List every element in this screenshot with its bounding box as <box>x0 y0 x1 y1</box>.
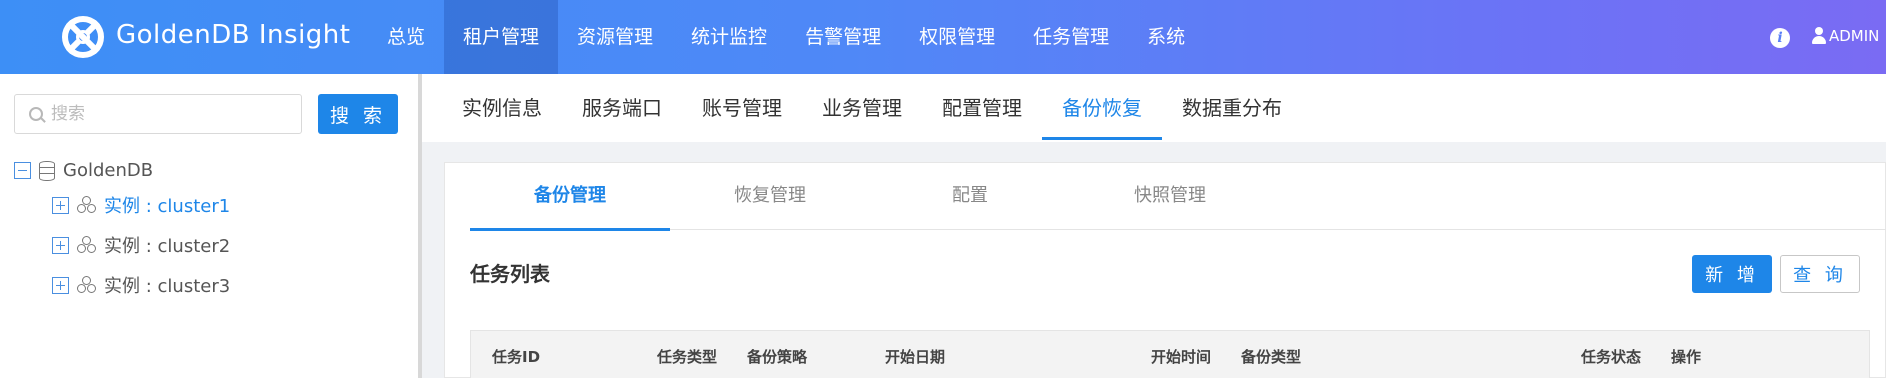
nav-item-task-management[interactable]: 任务管理 <box>1014 0 1128 74</box>
tree-node-cluster3[interactable]: 实例 : cluster3 <box>52 272 230 298</box>
tree-node-cluster1[interactable]: 实例 : cluster1 <box>52 192 230 218</box>
nav-item-tenant-management[interactable]: 租户管理 <box>444 0 559 74</box>
username-label: ADMIN <box>1829 27 1880 45</box>
nav-item-system[interactable]: 系统 <box>1128 0 1204 74</box>
main-nav: 总览 租户管理 资源管理 统计监控 告警管理 权限管理 任务管理 系统 <box>368 0 1204 74</box>
column-header-task-status[interactable]: 任务状态 <box>1581 331 1641 379</box>
tab-snapshot-management[interactable]: 快照管理 <box>1070 166 1270 230</box>
cluster-icon <box>77 276 97 294</box>
tab-account-management[interactable]: 账号管理 <box>682 74 802 142</box>
tree-root[interactable]: GoldenDB <box>14 160 153 181</box>
tab-data-redistribution[interactable]: 数据重分布 <box>1162 74 1302 142</box>
tree-node-cluster2[interactable]: 实例 : cluster2 <box>52 232 230 258</box>
tab-backup-config[interactable]: 配置 <box>870 166 1070 230</box>
column-header-actions: 操作 <box>1671 348 1702 366</box>
backup-inner-tabs: 备份管理 恢复管理 配置 快照管理 <box>470 166 1886 231</box>
expand-icon[interactable] <box>52 236 69 254</box>
cluster-icon <box>77 236 97 254</box>
tree-node-label: 实例 : cluster3 <box>104 276 231 297</box>
nav-item-permission-management[interactable]: 权限管理 <box>900 0 1014 74</box>
database-icon <box>39 160 55 181</box>
tree-root-label: GoldenDB <box>63 160 154 181</box>
cluster-icon <box>77 196 97 214</box>
column-header-backup-strategy[interactable]: 备份策略 <box>747 331 807 379</box>
tree-node-label: 实例 : cluster2 <box>104 236 231 257</box>
instance-subnav: 实例信息 服务端口 账号管理 业务管理 配置管理 备份恢复 数据重分布 <box>422 74 1886 142</box>
nav-item-resource-management[interactable]: 资源管理 <box>558 0 672 74</box>
top-navbar: GoldenDB Insight 总览 租户管理 资源管理 统计监控 告警管理 … <box>0 0 1886 74</box>
nav-item-alarm-management[interactable]: 告警管理 <box>786 0 900 74</box>
search-button[interactable]: 搜 索 <box>318 94 398 134</box>
add-task-button[interactable]: 新 增 <box>1692 255 1772 293</box>
column-header-start-time[interactable]: 开始时间 <box>1151 331 1211 379</box>
tab-service-ports[interactable]: 服务端口 <box>562 74 682 142</box>
task-table-header: 任务ID 任务类型 备份策略 开始日期 开始时间 备份类型 任务状态 操作 <box>470 330 1870 378</box>
tab-restore-management[interactable]: 恢复管理 <box>670 166 870 230</box>
nav-item-statistics-monitoring[interactable]: 统计监控 <box>672 0 786 74</box>
column-header-task-type[interactable]: 任务类型 <box>657 331 717 379</box>
tab-config-management[interactable]: 配置管理 <box>922 74 1042 142</box>
left-panel: 搜 索 GoldenDB 实例 : cluster1 实例 : cluster2… <box>0 74 420 378</box>
user-menu[interactable]: ADMIN <box>1812 27 1879 45</box>
search-input[interactable] <box>51 104 281 124</box>
tab-backup-restore[interactable]: 备份恢复 <box>1042 74 1162 142</box>
column-header-task-id[interactable]: 任务ID <box>492 331 540 379</box>
column-header-backup-type[interactable]: 备份类型 <box>1241 331 1301 379</box>
collapse-icon[interactable] <box>14 162 31 179</box>
info-icon[interactable]: i <box>1770 28 1790 48</box>
tab-backup-management[interactable]: 备份管理 <box>470 166 670 231</box>
search-box[interactable] <box>14 94 302 134</box>
column-header-start-date[interactable]: 开始日期 <box>885 331 945 379</box>
query-button[interactable]: 查 询 <box>1780 255 1860 293</box>
tab-instance-info[interactable]: 实例信息 <box>442 74 562 142</box>
app-logo-icon <box>62 16 104 58</box>
task-list-title: 任务列表 <box>470 262 550 286</box>
expand-icon[interactable] <box>52 196 69 214</box>
tab-business-management[interactable]: 业务管理 <box>802 74 922 142</box>
expand-icon[interactable] <box>52 276 69 294</box>
nav-item-overview[interactable]: 总览 <box>368 0 444 74</box>
search-icon <box>29 107 43 121</box>
user-icon <box>1812 27 1826 45</box>
app-title: GoldenDB Insight <box>116 20 351 50</box>
tree-node-label: 实例 : cluster1 <box>104 196 231 217</box>
